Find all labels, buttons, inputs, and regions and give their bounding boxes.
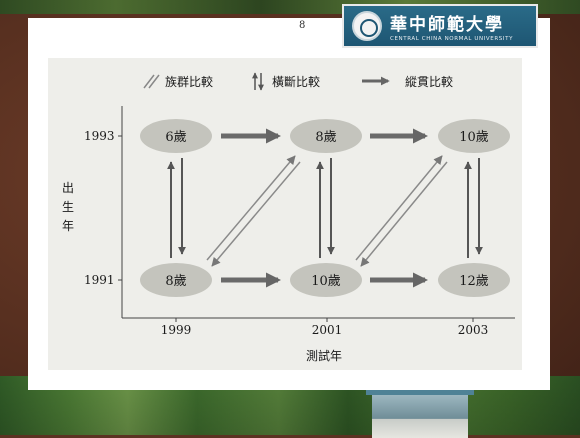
- node-label-1993-1999: 6歲: [165, 130, 186, 145]
- node-row-1991: 8歲 10歲 12歲: [140, 263, 510, 297]
- x-tick-1999: 1999: [161, 323, 192, 337]
- node-row-1993: 6歲 8歲 10歲: [140, 119, 510, 153]
- cohort-diagram: 族群比較 橫斷比較 縱貫比較 1993 1991 1999 2001 2003 …: [62, 72, 515, 363]
- up-down-arrows-icon: [252, 72, 264, 91]
- y-axis-title: 出 生 年: [62, 181, 78, 233]
- legend-label-cohort: 族群比較: [165, 74, 213, 89]
- cross-sectional-arrows: [167, 158, 483, 258]
- legend-label-longitudinal: 縱貫比較: [405, 74, 453, 89]
- x-axis-title: 測試年: [306, 348, 342, 363]
- x-tick-2003: 2003: [458, 323, 489, 337]
- node-label-1991-1999: 8歲: [165, 274, 186, 289]
- legend: 族群比較 橫斷比較 縱貫比較: [143, 72, 453, 91]
- node-label-1991-2001: 10歲: [311, 274, 341, 289]
- double-diagonal-lines-icon: [143, 74, 160, 89]
- node-label-1993-2001: 8歲: [315, 130, 336, 145]
- x-tick-2001: 2001: [312, 323, 343, 337]
- cohort-arrows: [206, 155, 448, 267]
- y-tick-1991: 1991: [84, 273, 115, 287]
- node-label-1993-2003: 10歲: [459, 130, 489, 145]
- y-tick-1993: 1993: [84, 129, 115, 143]
- legend-label-cross-sectional: 橫斷比較: [272, 74, 320, 89]
- node-label-1991-2003: 12歲: [459, 274, 489, 289]
